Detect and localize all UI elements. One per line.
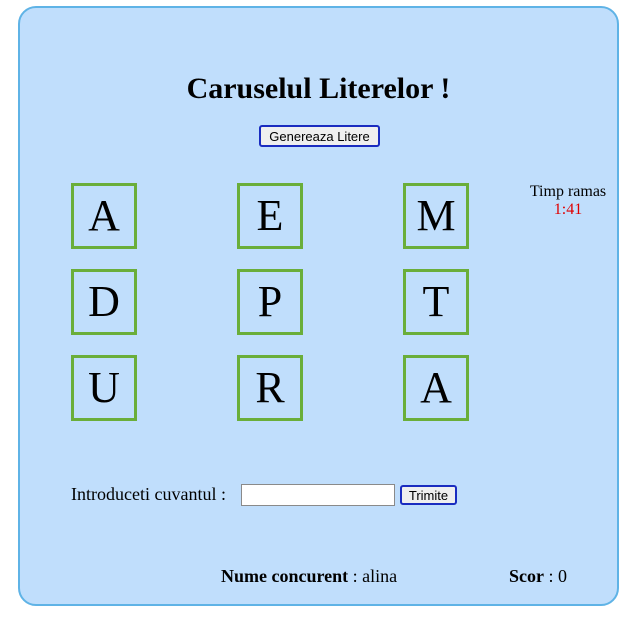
player-name-value: alina	[362, 566, 398, 586]
score: Scor : 0	[509, 566, 567, 587]
player-name-label: Nume concurent	[221, 566, 349, 586]
score-separator: :	[544, 566, 559, 586]
time-remaining-value: 1:41	[553, 201, 583, 218]
score-label: Scor	[509, 566, 544, 586]
time-remaining-label: Timp ramas	[529, 183, 607, 200]
word-input[interactable]	[241, 484, 395, 506]
letter-tile: M	[403, 183, 469, 249]
letter-tile: R	[237, 355, 303, 421]
letter-tile: U	[71, 355, 137, 421]
generate-letters-button[interactable]: Genereaza Litere	[259, 125, 380, 147]
word-input-label: Introduceti cuvantul :	[71, 484, 226, 504]
score-value: 0	[558, 566, 568, 586]
player-name: Nume concurent : alina	[221, 566, 397, 587]
letter-tile: A	[71, 183, 137, 249]
letter-tile: D	[71, 269, 137, 335]
player-name-separator: :	[348, 566, 363, 586]
game-panel: Caruselul Literelor ! Genereaza Litere A…	[18, 6, 619, 606]
letter-tile: T	[403, 269, 469, 335]
submit-button[interactable]: Trimite	[400, 485, 457, 505]
game-title: Caruselul Literelor !	[186, 72, 451, 105]
letter-tile: P	[237, 269, 303, 335]
letter-tile: A	[403, 355, 469, 421]
letter-tile: E	[237, 183, 303, 249]
time-remaining: Timp ramas 1:41	[528, 183, 608, 219]
